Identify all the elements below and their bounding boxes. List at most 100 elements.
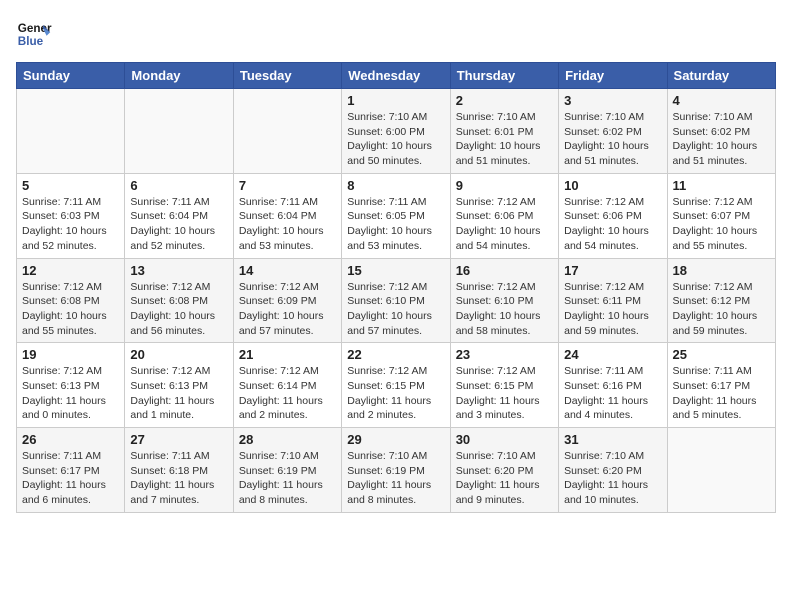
- calendar-cell: [233, 89, 341, 174]
- calendar-cell: 16Sunrise: 7:12 AM Sunset: 6:10 PM Dayli…: [450, 258, 558, 343]
- day-number: 5: [22, 178, 119, 193]
- calendar-cell: 19 Sunrise: 7:12 AM Sunset: 6:13 PM Dayli…: [17, 343, 125, 428]
- day-number: 17: [564, 263, 661, 278]
- calendar-cell: 13 Sunrise: 7:12 AM Sunset: 6:08 PM Dayli…: [125, 258, 233, 343]
- logo: General Blue: [16, 16, 56, 52]
- day-number: 20: [130, 347, 227, 362]
- calendar-cell: 28 Sunrise: 7:10 AM Sunset: 6:19 PM Dayli…: [233, 428, 341, 513]
- day-info: Sunrise: 7:10 AM Sunset: 6:02 PM Dayligh…: [564, 110, 661, 169]
- day-info: Sunrise: 7:10 AM Sunset: 6:20 PM Dayligh…: [564, 449, 661, 508]
- day-info: Sunrise: 7:12 AM Sunset: 6:13 PM Dayligh…: [130, 364, 227, 423]
- day-number: 16: [456, 263, 553, 278]
- calendar-cell: 14 Sunrise: 7:12 AM Sunset: 6:09 PM Dayli…: [233, 258, 341, 343]
- day-number: 30: [456, 432, 553, 447]
- day-number: 25: [673, 347, 770, 362]
- calendar-cell: 3 Sunrise: 7:10 AM Sunset: 6:02 PM Daylig…: [559, 89, 667, 174]
- calendar-cell: 30 Sunrise: 7:10 AM Sunset: 6:20 PM Dayli…: [450, 428, 558, 513]
- day-number: 27: [130, 432, 227, 447]
- calendar-cell: 5 Sunrise: 7:11 AM Sunset: 6:03 PM Daylig…: [17, 173, 125, 258]
- day-info: Sunrise: 7:10 AM Sunset: 6:19 PM Dayligh…: [347, 449, 444, 508]
- day-info: Sunrise: 7:10 AM Sunset: 6:02 PM Dayligh…: [673, 110, 770, 169]
- weekday-header-tuesday: Tuesday: [233, 63, 341, 89]
- day-info: Sunrise: 7:11 AM Sunset: 6:05 PM Dayligh…: [347, 195, 444, 254]
- weekday-header-thursday: Thursday: [450, 63, 558, 89]
- svg-text:Blue: Blue: [18, 35, 44, 48]
- week-row-3: 12 Sunrise: 7:12 AM Sunset: 6:08 PM Dayli…: [17, 258, 776, 343]
- day-number: 19: [22, 347, 119, 362]
- day-info: Sunrise: 7:11 AM Sunset: 6:17 PM Dayligh…: [673, 364, 770, 423]
- day-number: 29: [347, 432, 444, 447]
- calendar-cell: 6Sunrise: 7:11 AM Sunset: 6:04 PM Daylig…: [125, 173, 233, 258]
- day-number: 12: [22, 263, 119, 278]
- day-info: Sunrise: 7:11 AM Sunset: 6:16 PM Dayligh…: [564, 364, 661, 423]
- day-info: Sunrise: 7:12 AM Sunset: 6:07 PM Dayligh…: [673, 195, 770, 254]
- calendar-cell: 20 Sunrise: 7:12 AM Sunset: 6:13 PM Dayli…: [125, 343, 233, 428]
- day-number: 28: [239, 432, 336, 447]
- calendar-cell: 21 Sunrise: 7:12 AM Sunset: 6:14 PM Dayli…: [233, 343, 341, 428]
- day-info: Sunrise: 7:11 AM Sunset: 6:03 PM Dayligh…: [22, 195, 119, 254]
- calendar-cell: [125, 89, 233, 174]
- day-info: Sunrise: 7:12 AM Sunset: 6:12 PM Dayligh…: [673, 280, 770, 339]
- calendar-table: SundayMondayTuesdayWednesdayThursdayFrid…: [16, 62, 776, 513]
- day-info: Sunrise: 7:12 AM Sunset: 6:08 PM Dayligh…: [22, 280, 119, 339]
- day-info: Sunrise: 7:12 AM Sunset: 6:15 PM Dayligh…: [347, 364, 444, 423]
- calendar-cell: 12 Sunrise: 7:12 AM Sunset: 6:08 PM Dayli…: [17, 258, 125, 343]
- calendar-cell: [17, 89, 125, 174]
- day-info: Sunrise: 7:12 AM Sunset: 6:11 PM Dayligh…: [564, 280, 661, 339]
- day-number: 1: [347, 93, 444, 108]
- day-number: 23: [456, 347, 553, 362]
- calendar-cell: 25 Sunrise: 7:11 AM Sunset: 6:17 PM Dayli…: [667, 343, 775, 428]
- calendar-cell: 1Sunrise: 7:10 AM Sunset: 6:00 PM Daylig…: [342, 89, 450, 174]
- day-info: Sunrise: 7:12 AM Sunset: 6:10 PM Dayligh…: [347, 280, 444, 339]
- calendar-cell: 11Sunrise: 7:12 AM Sunset: 6:07 PM Dayli…: [667, 173, 775, 258]
- calendar-cell: 23 Sunrise: 7:12 AM Sunset: 6:15 PM Dayli…: [450, 343, 558, 428]
- week-row-5: 26 Sunrise: 7:11 AM Sunset: 6:17 PM Dayli…: [17, 428, 776, 513]
- day-number: 26: [22, 432, 119, 447]
- day-number: 22: [347, 347, 444, 362]
- calendar-cell: 9 Sunrise: 7:12 AM Sunset: 6:06 PM Daylig…: [450, 173, 558, 258]
- calendar-cell: [667, 428, 775, 513]
- day-number: 15: [347, 263, 444, 278]
- day-info: Sunrise: 7:12 AM Sunset: 6:06 PM Dayligh…: [564, 195, 661, 254]
- day-number: 2: [456, 93, 553, 108]
- calendar-cell: 10Sunrise: 7:12 AM Sunset: 6:06 PM Dayli…: [559, 173, 667, 258]
- day-info: Sunrise: 7:12 AM Sunset: 6:13 PM Dayligh…: [22, 364, 119, 423]
- week-row-2: 5 Sunrise: 7:11 AM Sunset: 6:03 PM Daylig…: [17, 173, 776, 258]
- calendar-cell: 24Sunrise: 7:11 AM Sunset: 6:16 PM Dayli…: [559, 343, 667, 428]
- day-number: 6: [130, 178, 227, 193]
- calendar-cell: 17 Sunrise: 7:12 AM Sunset: 6:11 PM Dayli…: [559, 258, 667, 343]
- day-info: Sunrise: 7:11 AM Sunset: 6:18 PM Dayligh…: [130, 449, 227, 508]
- day-number: 14: [239, 263, 336, 278]
- day-number: 21: [239, 347, 336, 362]
- day-info: Sunrise: 7:12 AM Sunset: 6:15 PM Dayligh…: [456, 364, 553, 423]
- day-number: 31: [564, 432, 661, 447]
- weekday-header-saturday: Saturday: [667, 63, 775, 89]
- day-info: Sunrise: 7:12 AM Sunset: 6:14 PM Dayligh…: [239, 364, 336, 423]
- weekday-header-sunday: Sunday: [17, 63, 125, 89]
- day-number: 13: [130, 263, 227, 278]
- weekday-header-friday: Friday: [559, 63, 667, 89]
- day-number: 3: [564, 93, 661, 108]
- day-number: 18: [673, 263, 770, 278]
- week-row-4: 19 Sunrise: 7:12 AM Sunset: 6:13 PM Dayli…: [17, 343, 776, 428]
- day-info: Sunrise: 7:12 AM Sunset: 6:08 PM Dayligh…: [130, 280, 227, 339]
- weekday-header-row: SundayMondayTuesdayWednesdayThursdayFrid…: [17, 63, 776, 89]
- day-info: Sunrise: 7:10 AM Sunset: 6:19 PM Dayligh…: [239, 449, 336, 508]
- day-info: Sunrise: 7:12 AM Sunset: 6:06 PM Dayligh…: [456, 195, 553, 254]
- logo-icon: General Blue: [16, 16, 52, 52]
- weekday-header-monday: Monday: [125, 63, 233, 89]
- day-info: Sunrise: 7:10 AM Sunset: 6:20 PM Dayligh…: [456, 449, 553, 508]
- calendar-cell: 8Sunrise: 7:11 AM Sunset: 6:05 PM Daylig…: [342, 173, 450, 258]
- day-info: Sunrise: 7:10 AM Sunset: 6:01 PM Dayligh…: [456, 110, 553, 169]
- calendar-cell: 15 Sunrise: 7:12 AM Sunset: 6:10 PM Dayli…: [342, 258, 450, 343]
- calendar-cell: 22 Sunrise: 7:12 AM Sunset: 6:15 PM Dayli…: [342, 343, 450, 428]
- calendar-cell: 31 Sunrise: 7:10 AM Sunset: 6:20 PM Dayli…: [559, 428, 667, 513]
- day-info: Sunrise: 7:11 AM Sunset: 6:17 PM Dayligh…: [22, 449, 119, 508]
- weekday-header-wednesday: Wednesday: [342, 63, 450, 89]
- calendar-cell: 18 Sunrise: 7:12 AM Sunset: 6:12 PM Dayli…: [667, 258, 775, 343]
- calendar-cell: 27 Sunrise: 7:11 AM Sunset: 6:18 PM Dayli…: [125, 428, 233, 513]
- calendar-cell: 7Sunrise: 7:11 AM Sunset: 6:04 PM Daylig…: [233, 173, 341, 258]
- day-info: Sunrise: 7:12 AM Sunset: 6:09 PM Dayligh…: [239, 280, 336, 339]
- day-number: 9: [456, 178, 553, 193]
- calendar-cell: 2 Sunrise: 7:10 AM Sunset: 6:01 PM Daylig…: [450, 89, 558, 174]
